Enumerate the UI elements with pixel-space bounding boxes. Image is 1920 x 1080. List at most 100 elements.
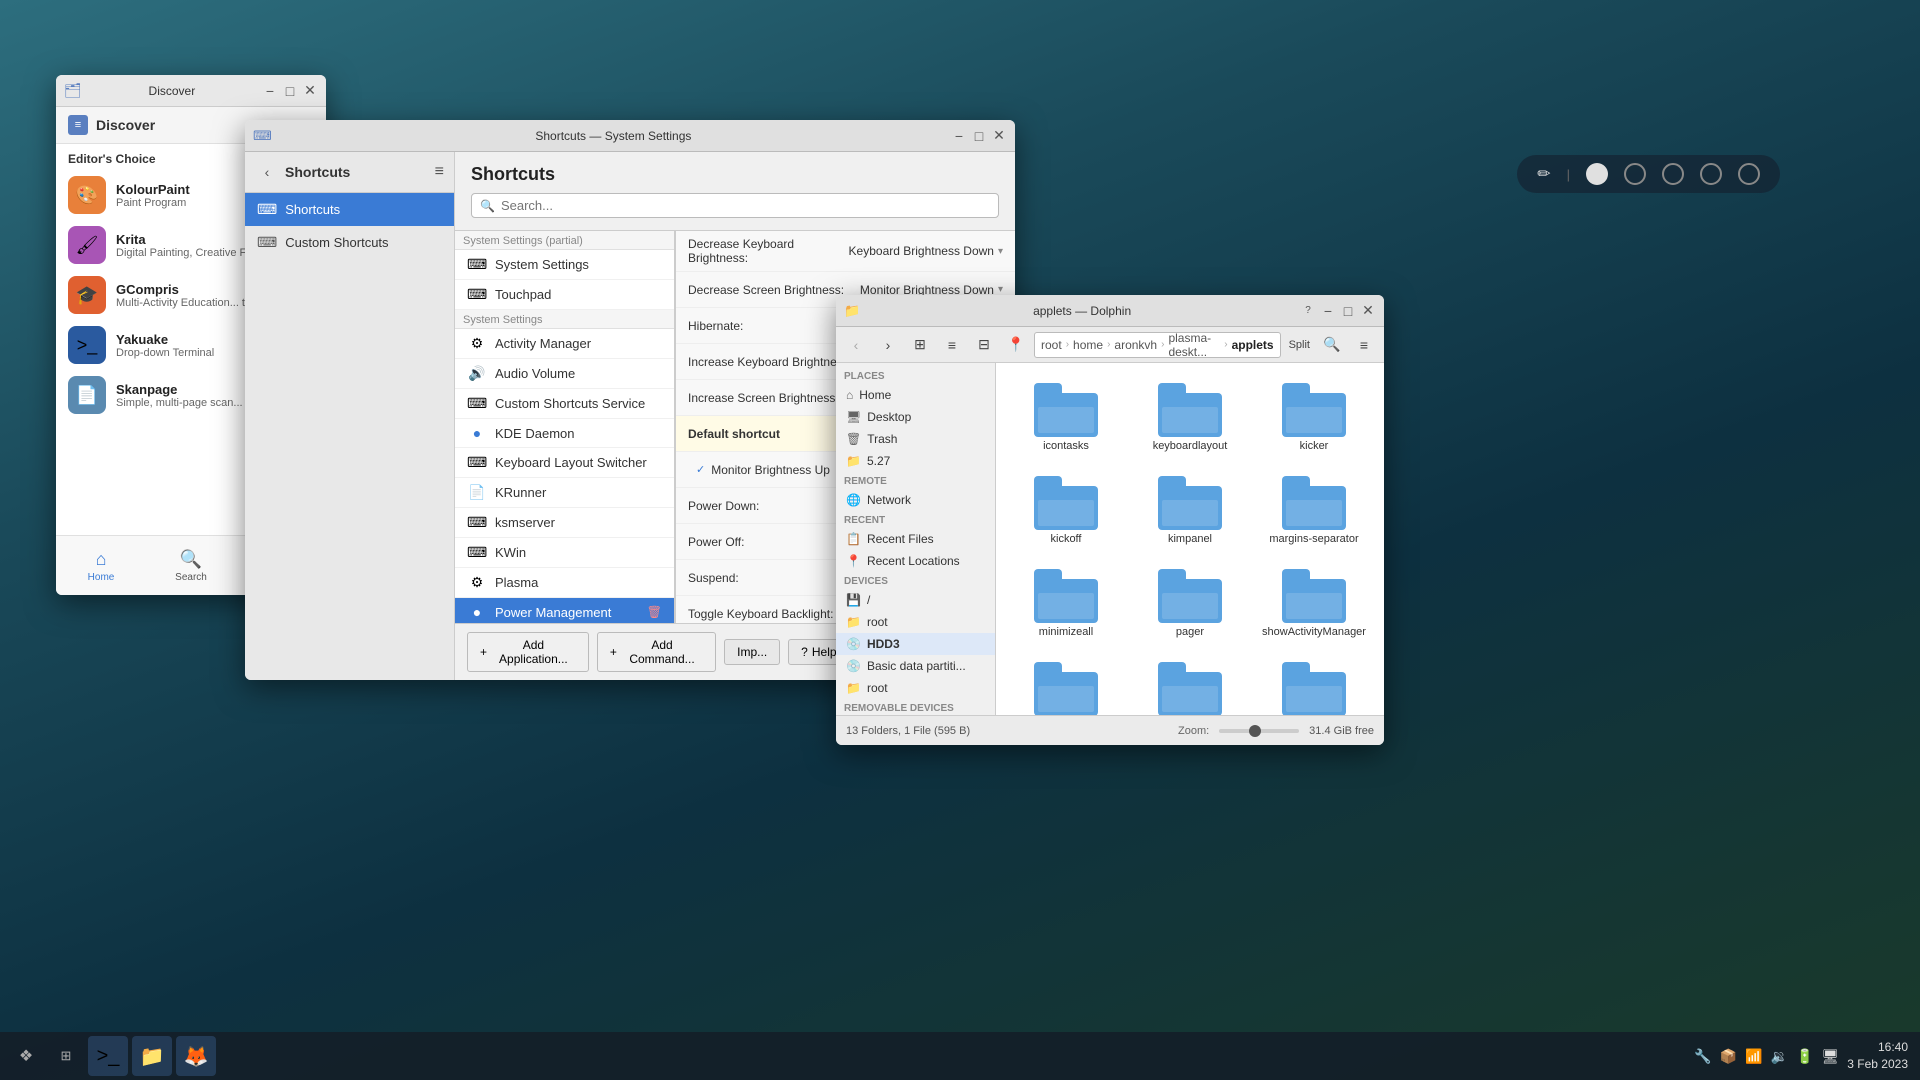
shortcut-app-system-settings[interactable]: ⌨ System Settings <box>455 250 674 280</box>
taskbar-tray-icon-5[interactable]: 🔋 <box>1796 1048 1813 1065</box>
place-network[interactable]: 🌐 Network <box>836 489 995 511</box>
dolphin-view-icons-btn[interactable]: ⊞ <box>906 331 934 359</box>
import-button[interactable]: Imp... <box>724 639 780 665</box>
dolphin-view-list-btn[interactable]: ≡ <box>938 331 966 359</box>
taskbar-browser-app[interactable]: 🦊 <box>176 1036 216 1076</box>
sidebar-item-custom-shortcuts[interactable]: ⌨ Custom Shortcuts <box>245 226 454 259</box>
sidebar-item-shortcuts[interactable]: ⌨ Shortcuts <box>245 193 454 226</box>
shortcut-app-keyboard-layout[interactable]: ⌨ Keyboard Layout Switcher <box>455 448 674 478</box>
shortcut-app-kde-daemon[interactable]: ● KDE Daemon <box>455 419 674 448</box>
dolphin-search-btn[interactable]: 🔍 <box>1318 331 1346 359</box>
add-command-button[interactable]: + Add Command... <box>597 632 716 672</box>
discover-maximize-btn[interactable]: □ <box>282 83 298 99</box>
shortcuts-minimize-btn[interactable]: − <box>951 128 967 144</box>
file-more-3[interactable] <box>1256 654 1372 715</box>
taskbar-tray-icon-3[interactable]: 📶 <box>1745 1048 1762 1065</box>
shortcut-app-custom-shortcuts-service[interactable]: ⌨ Custom Shortcuts Service <box>455 389 674 419</box>
place-desktop[interactable]: 🖥 Desktop <box>836 406 995 428</box>
dolphin-maximize-btn[interactable]: □ <box>1340 303 1356 319</box>
taskbar-tray-icon-6[interactable]: 🖥 <box>1822 1048 1840 1065</box>
widget-dot-2[interactable] <box>1624 163 1646 185</box>
bread-plasma[interactable]: plasma-deskt... <box>1168 331 1220 359</box>
dolphin-forward-btn[interactable]: › <box>874 331 902 359</box>
dolphin-split-btn[interactable]: Split <box>1285 331 1314 359</box>
power-management-delete-icon[interactable]: 🗑 <box>647 605 662 619</box>
shortcut-app-kwin[interactable]: ⌨ KWin <box>455 538 674 568</box>
dolphin-zoom-control[interactable] <box>1219 729 1299 733</box>
sidebar-menu-button[interactable]: ≡ <box>435 163 444 181</box>
shortcuts-close-btn[interactable]: ✕ <box>991 128 1007 144</box>
bread-root[interactable]: root <box>1041 338 1062 352</box>
discover-close-btn[interactable]: ✕ <box>302 83 318 99</box>
dolphin-menu-btn[interactable]: ≡ <box>1350 331 1378 359</box>
file-margins-separator[interactable]: margins-separator <box>1256 468 1372 553</box>
shortcut-app-plasma[interactable]: ⚙ Plasma <box>455 568 674 598</box>
discover-nav-home[interactable]: ⌂ Home <box>56 536 146 595</box>
shortcut-app-touchpad[interactable]: ⌨ Touchpad <box>455 280 674 310</box>
file-minimizeall-label: minimizeall <box>1039 626 1093 638</box>
file-kimpanel[interactable]: kimpanel <box>1132 468 1248 553</box>
bread-aronkvh[interactable]: aronkvh <box>1114 338 1157 352</box>
file-pager[interactable]: pager <box>1132 561 1248 646</box>
dolphin-back-btn[interactable]: ‹ <box>842 331 870 359</box>
bread-applets[interactable]: applets <box>1232 338 1274 352</box>
shortcut-app-ksmserver[interactable]: ⌨ ksmserver <box>455 508 674 538</box>
place-root1[interactable]: 📁 root <box>836 611 995 633</box>
file-keyboardlayout[interactable]: keyboardlayout <box>1132 375 1248 460</box>
file-icontasks-label: icontasks <box>1043 440 1089 452</box>
taskbar-tray-icon-4[interactable]: 🔉 <box>1771 1048 1788 1065</box>
dolphin-places-btn[interactable]: 📍 <box>1002 331 1030 359</box>
place-hdd3[interactable]: 💿 HDD3 <box>836 633 995 655</box>
shortcut-app-power-management[interactable]: ● Power Management 🗑 <box>455 598 674 623</box>
taskbar-tray-icon-1[interactable]: 🔧 <box>1694 1048 1711 1065</box>
taskbar-clock[interactable]: 16:40 3 Feb 2023 <box>1847 1039 1908 1073</box>
file-minimizeall[interactable]: minimizeall <box>1008 561 1124 646</box>
widget-divider: | <box>1567 167 1570 182</box>
dolphin-minimize-btn[interactable]: − <box>1320 303 1336 319</box>
place-root-slash[interactable]: 💾 / <box>836 589 995 611</box>
file-more-1[interactable] <box>1008 654 1124 715</box>
add-application-button[interactable]: + Add Application... <box>467 632 589 672</box>
widget-dot-3[interactable] <box>1662 163 1684 185</box>
shortcut-app-krunner[interactable]: 📄 KRunner <box>455 478 674 508</box>
discover-nav-search[interactable]: 🔍 Search <box>146 536 236 595</box>
place-home[interactable]: ⌂ Home <box>836 384 995 406</box>
place-527[interactable]: 📁 5.27 <box>836 450 995 472</box>
place-recent-files[interactable]: 📋 Recent Files <box>836 528 995 550</box>
discover-titlebar: 🗂 Discover − □ ✕ <box>56 75 326 107</box>
widget-dot-4[interactable] <box>1700 163 1722 185</box>
taskbar-pager[interactable]: ⊞ <box>48 1038 84 1074</box>
place-recent-locations[interactable]: 📍 Recent Locations <box>836 550 995 572</box>
file-icontasks[interactable]: icontasks <box>1008 375 1124 460</box>
dolphin-window-controls: ? − □ ✕ <box>1300 303 1376 319</box>
taskbar-terminal-app[interactable]: >_ <box>88 1036 128 1076</box>
sidebar-item-shortcuts-label: Shortcuts <box>285 202 340 217</box>
file-kicker[interactable]: kicker <box>1256 375 1372 460</box>
dolphin-breadcrumb[interactable]: root › home › aronkvh › plasma-deskt... … <box>1034 332 1281 358</box>
dolphin-help-btn[interactable]: ? <box>1300 303 1316 319</box>
file-more-2[interactable] <box>1132 654 1248 715</box>
file-kickoff[interactable]: kickoff <box>1008 468 1124 553</box>
sidebar-back-row: ‹ Shortcuts ≡ <box>245 152 454 193</box>
shortcut-app-activity-manager[interactable]: ⚙ Activity Manager <box>455 329 674 359</box>
shortcuts-maximize-btn[interactable]: □ <box>971 128 987 144</box>
widget-dot-1[interactable] <box>1586 163 1608 185</box>
widget-dot-5[interactable] <box>1738 163 1760 185</box>
place-trash[interactable]: 🗑 Trash <box>836 428 995 450</box>
discover-minimize-btn[interactable]: − <box>262 83 278 99</box>
taskbar-right: 🔧 📦 📶 🔉 🔋 🖥 16:40 3 Feb 2023 <box>1682 1039 1920 1073</box>
place-root2[interactable]: 📁 root <box>836 677 995 699</box>
place-basic-data[interactable]: 💿 Basic data partiti... <box>836 655 995 677</box>
taskbar-files-app[interactable]: 📁 <box>132 1036 172 1076</box>
shortcuts-search-input[interactable] <box>501 198 990 213</box>
decrease-kb-value[interactable]: Keyboard Brightness Down ▾ <box>849 244 1003 258</box>
back-button[interactable]: ‹ <box>255 160 279 184</box>
file-showactivitymanager[interactable]: showActivityManager <box>1256 561 1372 646</box>
taskbar-start-button[interactable]: ❖ <box>8 1038 44 1074</box>
bread-home[interactable]: home <box>1073 338 1103 352</box>
taskbar-tray-icon-2[interactable]: 📦 <box>1720 1048 1737 1065</box>
dolphin-close-btn[interactable]: ✕ <box>1360 303 1376 319</box>
dolphin-view-compact-btn[interactable]: ⊟ <box>970 331 998 359</box>
dolphin-body: Places ⌂ Home 🖥 Desktop 🗑 Trash 📁 5.27 R… <box>836 363 1384 715</box>
shortcut-app-audio-volume[interactable]: 🔊 Audio Volume <box>455 359 674 389</box>
